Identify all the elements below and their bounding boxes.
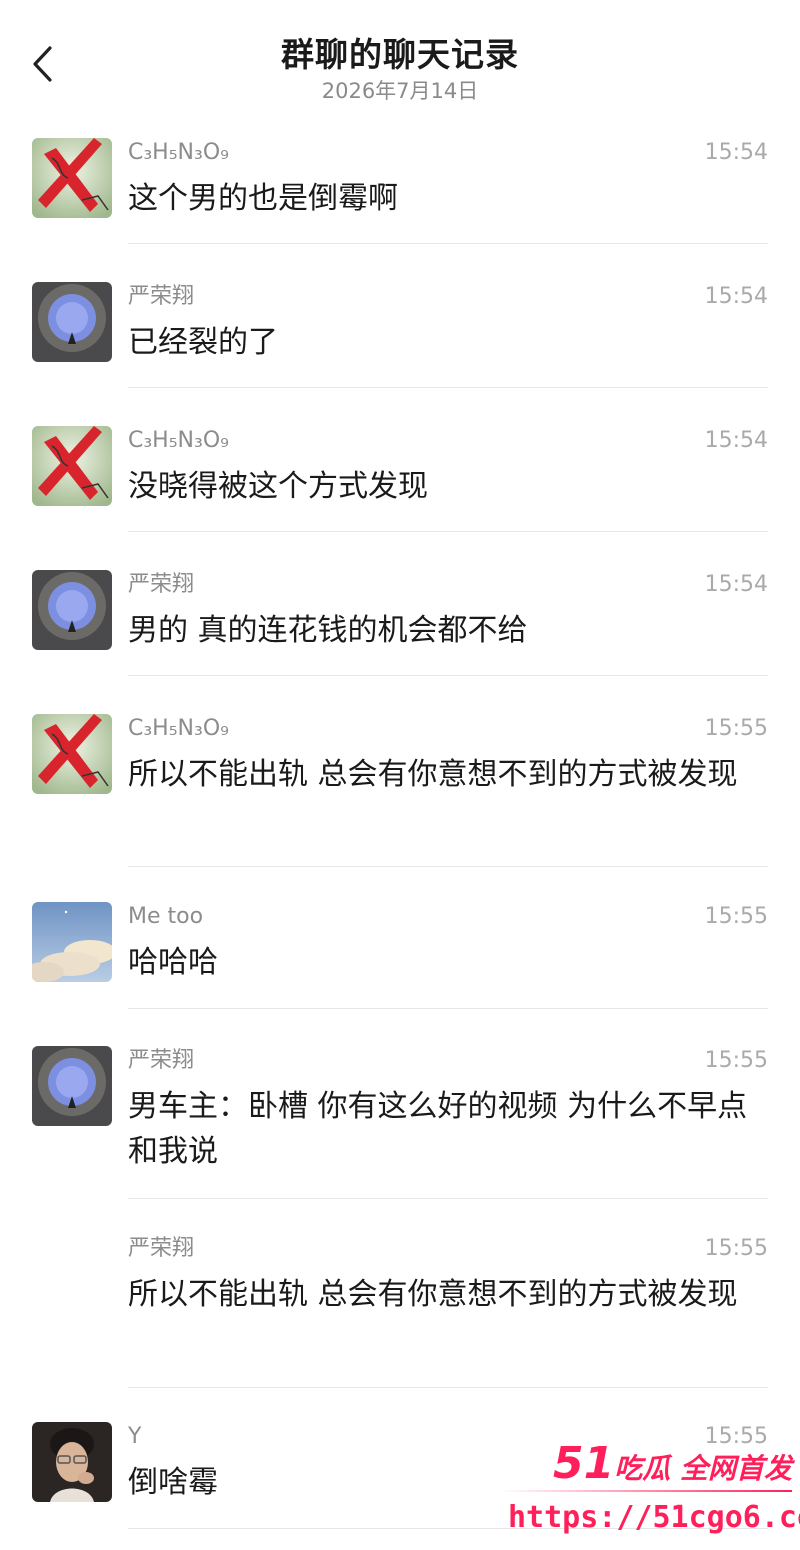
avatar-sky-oculus[interactable] [32,1046,112,1126]
message-text: 已经裂的了 [128,325,278,360]
chat-date: 2026年7月14日 [321,79,479,103]
sender-name: 严荣翔 [128,1236,195,1261]
avatar-sky-oculus[interactable] [32,282,112,362]
message-text: 男的 真的连花钱的机会都不给 [128,613,528,648]
divider [128,1008,768,1009]
sender-name: 严荣翔 [128,1048,195,1073]
sender-name: C₃H₅N₃O₉ [128,140,229,165]
message-item[interactable]: Me too 15:55 哈哈哈 [0,902,800,1009]
message-time: 15:55 [704,904,768,929]
message-item[interactable]: 严荣翔 15:55 男车主：卧槽 你有这么好的视频 为什么不早点和我说 [0,1046,800,1199]
watermark-url: https://51cgo6.com [508,1500,800,1535]
divider [128,531,768,532]
message-item[interactable]: C₃H₅N₃O₉ 15:54 没晓得被这个方式发现 [0,426,800,532]
message-time: 15:55 [704,1048,768,1073]
sender-name: Y [128,1424,142,1449]
message-time: 15:55 [704,1236,768,1261]
message-text: 这个男的也是倒霉啊 [128,181,398,216]
sender-name: C₃H₅N₃O₉ [128,428,229,453]
divider [128,1198,768,1199]
watermark-brand: 吃瓜 全网首发 [614,1452,792,1485]
divider [128,243,768,244]
message-time: 15:54 [704,428,768,453]
page-title: 群聊的聊天记录 [281,35,519,74]
message-item[interactable]: 严荣翔 15:54 男的 真的连花钱的机会都不给 [0,570,800,676]
message-time: 15:55 [704,716,768,741]
message-text: 哈哈哈 [128,945,218,980]
sender-name: 严荣翔 [128,284,195,309]
watermark-number: 51 [553,1438,615,1489]
sender-name: C₃H₅N₃O₉ [128,716,229,741]
avatar-red-x-sketch[interactable] [32,714,112,794]
divider [128,1387,768,1388]
message-text: 没晓得被这个方式发现 [128,469,428,504]
avatar-person-photo[interactable] [32,1422,112,1502]
header: 群聊的聊天记录 2026年7月14日 [0,0,800,118]
message-item[interactable]: 严荣翔 15:55 所以不能出轨 总会有你意想不到的方式被发现 [0,1234,800,1388]
message-time: 15:54 [704,572,768,597]
watermark-logo: 51吃瓜 全网首发 [553,1438,792,1489]
divider [128,675,768,676]
message-item[interactable]: C₃H₅N₃O₉ 15:55 所以不能出轨 总会有你意想不到的方式被发现 [0,714,800,867]
message-text: 所以不能出轨 总会有你意想不到的方式被发现 [128,1277,738,1312]
watermark: 51吃瓜 全网首发 https://51cgo6.com [500,1438,800,1550]
message-text: 所以不能出轨 总会有你意想不到的方式被发现 [128,757,738,792]
avatar-red-x-sketch[interactable] [32,138,112,218]
avatar-sky-oculus[interactable] [32,570,112,650]
sender-name: 严荣翔 [128,572,195,597]
sender-name: Me too [128,904,204,929]
avatar-cloud-sky[interactable] [32,902,112,982]
message-item[interactable]: 严荣翔 15:54 已经裂的了 [0,282,800,388]
divider [128,387,768,388]
divider [128,866,768,867]
avatar-red-x-sketch[interactable] [32,426,112,506]
message-text: 男车主：卧槽 你有这么好的视频 为什么不早点和我说 [128,1089,748,1169]
message-item[interactable]: C₃H₅N₃O₉ 15:54 这个男的也是倒霉啊 [0,138,800,244]
message-time: 15:54 [704,140,768,165]
watermark-line [500,1490,792,1492]
message-time: 15:54 [704,284,768,309]
